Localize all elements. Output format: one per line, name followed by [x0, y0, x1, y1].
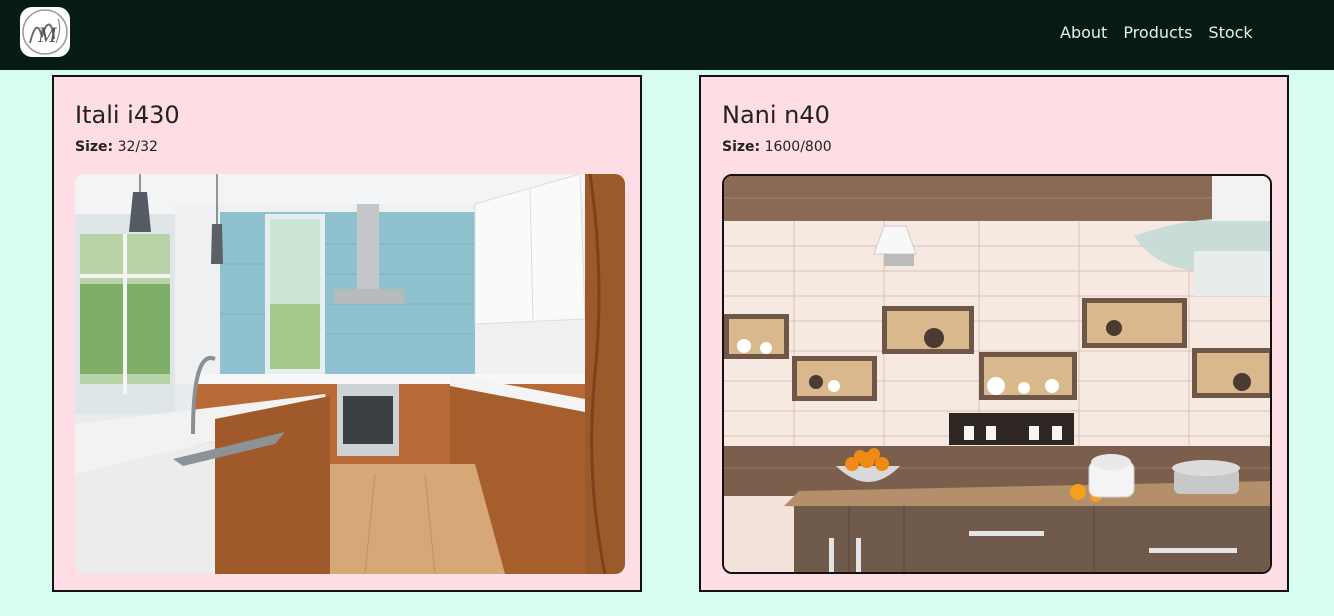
navbar: M About Products Stock [0, 0, 1334, 70]
size-label: Size: [75, 139, 114, 155]
size-value: 32/32 [117, 139, 158, 155]
product-size: Size: 32/32 [75, 139, 158, 155]
product-size: Size: 1600/800 [722, 139, 832, 155]
nav-link-about[interactable]: About [1060, 24, 1107, 42]
product-name: Nani n40 [722, 101, 830, 129]
product-card: Nani n40 Size: 1600/800 [699, 75, 1289, 592]
size-value: 1600/800 [764, 139, 832, 155]
logo-letter: M [37, 22, 58, 47]
nav-menu: About Products Stock [1060, 24, 1253, 42]
nav-link-stock[interactable]: Stock [1208, 24, 1252, 42]
product-name: Itali i430 [75, 101, 180, 129]
nav-link-products[interactable]: Products [1123, 24, 1192, 42]
size-label: Size: [722, 139, 761, 155]
brand-logo[interactable]: M [20, 7, 70, 57]
logo-emblem-icon: M [22, 9, 68, 55]
product-image[interactable] [75, 174, 625, 574]
product-image[interactable] [722, 174, 1272, 574]
product-card: Itali i430 Size: 32/32 [52, 75, 642, 592]
